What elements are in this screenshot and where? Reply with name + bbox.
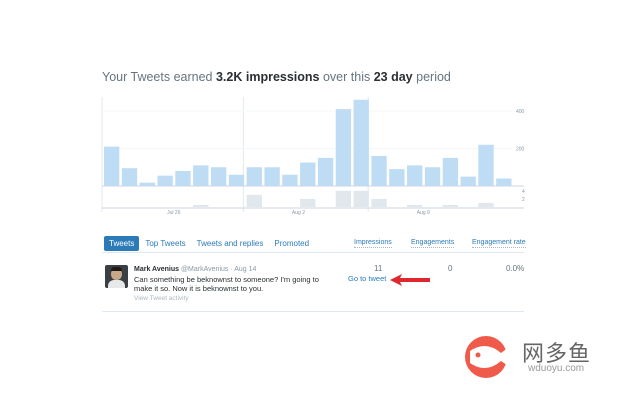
engagements-bar [442,204,459,207]
impressions-bar [442,157,459,187]
engagements-bar [353,190,369,207]
tweet-filter-tabs: Tweets Top Tweets Tweets and replies Pro… [104,235,315,251]
impressions-bar [353,99,369,186]
engagements-bar [300,198,316,207]
impressions-bar [478,144,494,186]
author-name[interactable]: Mark Avenius [134,266,179,273]
engagements-bar [478,202,494,207]
impressions-bar [407,165,423,187]
tab-top-tweets[interactable]: Top Tweets [140,236,190,251]
impressions-bar [175,171,191,186]
watermark-url: wduoyu.com [528,363,585,374]
tweet-engagements: 0 [448,264,453,273]
red-arrow-icon [390,274,430,286]
impressions-bar [300,162,316,186]
go-to-tweet-link[interactable]: Go to tweet [348,274,386,283]
impressions-bar [157,175,173,186]
impressions-bar [121,168,138,186]
engagements-bar [371,198,387,207]
engagements-bar [193,204,209,207]
impressions-y-tick-label: 200 [516,147,525,153]
view-tweet-activity-link[interactable]: View Tweet activity [134,295,189,302]
impressions-bar [246,167,262,186]
impressions-bar [335,109,352,187]
avatar[interactable] [105,265,128,288]
engagements-bar [246,194,262,207]
tweet-impressions: 11 [374,264,383,273]
tab-tweets-and-replies[interactable]: Tweets and replies [192,236,269,251]
impressions-bar [389,169,405,187]
table-header-divider [102,252,524,253]
table-bottom-divider [102,311,524,312]
engagements-bar [335,190,352,207]
column-engagement-rate[interactable]: Engagement rate [472,239,526,248]
engagements-y-tick-label: 2 [522,197,525,203]
impressions-bar [104,146,120,187]
impressions-bar [139,182,155,187]
column-engagements[interactable]: Engagements [411,239,455,248]
impressions-bar [210,167,227,186]
impressions-bar [371,156,387,186]
impressions-bar [496,178,512,186]
author-handle-date: @MarkAvenius · Aug 14 [180,266,257,273]
impressions-bar [282,174,298,186]
tweet-author: Mark Avenius @MarkAvenius · Aug 14 [134,266,256,273]
x-tick-label: Aug 2 [292,210,305,216]
impressions-bar [193,165,209,187]
engagements-y-tick-label: 4 [522,189,525,195]
impressions-bar [228,174,245,186]
impressions-bar [460,176,476,187]
engagements-bar [407,204,423,207]
impressions-bar [317,157,334,187]
impressions-bar [264,167,280,186]
x-tick-label: Aug 9 [417,210,430,216]
tab-promoted[interactable]: Promoted [269,236,314,251]
fish-logo-icon [465,336,513,378]
column-impressions[interactable]: Impressions [354,239,392,248]
x-tick-label: Jul 26 [167,210,181,216]
impressions-y-tick-label: 400 [516,109,525,115]
tab-tweets[interactable]: Tweets [104,235,140,251]
tweet-engagement-rate: 0.0% [506,264,525,273]
impressions-bar [424,167,441,186]
tweet-text: Can something be beknownst to someone? I… [134,275,319,293]
